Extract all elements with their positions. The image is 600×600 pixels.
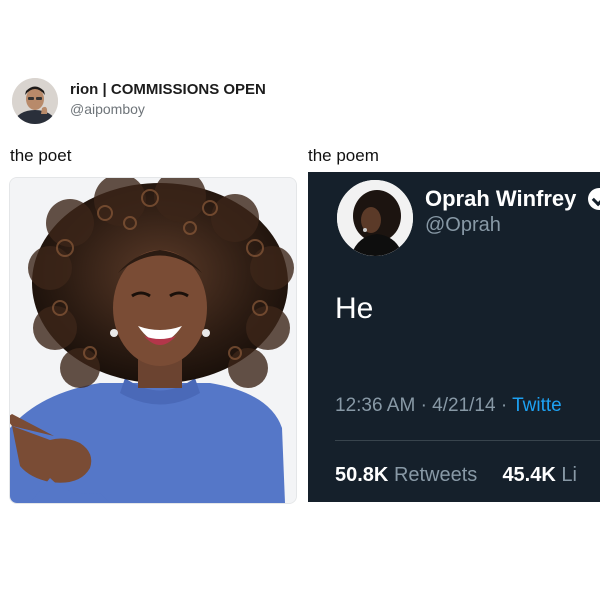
tweet-author-handle[interactable]: @Oprah bbox=[425, 214, 501, 237]
portrait-illustration bbox=[10, 178, 296, 503]
retweets-count[interactable]: 50.8K bbox=[335, 464, 388, 486]
meta-separator: · bbox=[500, 395, 513, 416]
left-caption: the poet bbox=[10, 146, 72, 165]
tweet-time: 12:36 AM bbox=[335, 395, 416, 416]
portrait-photo[interactable] bbox=[9, 177, 297, 504]
tweet-avatar-portrait bbox=[337, 180, 413, 256]
avatar-portrait bbox=[12, 78, 58, 124]
tweet-date: 4/21/14 bbox=[432, 395, 496, 416]
avatar[interactable] bbox=[12, 78, 58, 124]
tweet-avatar[interactable] bbox=[335, 178, 415, 258]
likes-label[interactable]: Li bbox=[561, 464, 577, 486]
meta-separator: · bbox=[420, 395, 433, 416]
tweet-stats: 50.8K Retweets 45.4K Li bbox=[335, 464, 577, 487]
user-handle[interactable]: @aipomboy bbox=[70, 101, 145, 117]
embedded-tweet[interactable]: Oprah Winfrey @Oprah He 12:36 AM · 4/21/… bbox=[308, 172, 600, 502]
divider bbox=[335, 440, 600, 441]
verified-badge-icon bbox=[588, 188, 600, 210]
tweet-text: He bbox=[335, 292, 374, 325]
retweets-label[interactable]: Retweets bbox=[394, 464, 477, 486]
likes-count[interactable]: 45.4K bbox=[502, 464, 555, 486]
tweet-author-name[interactable]: Oprah Winfrey bbox=[425, 186, 576, 212]
right-caption: the poem bbox=[308, 146, 379, 165]
tweet-metadata: 12:36 AM · 4/21/14 · Twitte bbox=[335, 395, 562, 417]
display-name[interactable]: rion | COMMISSIONS OPEN bbox=[70, 81, 266, 98]
tweet-source-link[interactable]: Twitte bbox=[512, 395, 562, 416]
